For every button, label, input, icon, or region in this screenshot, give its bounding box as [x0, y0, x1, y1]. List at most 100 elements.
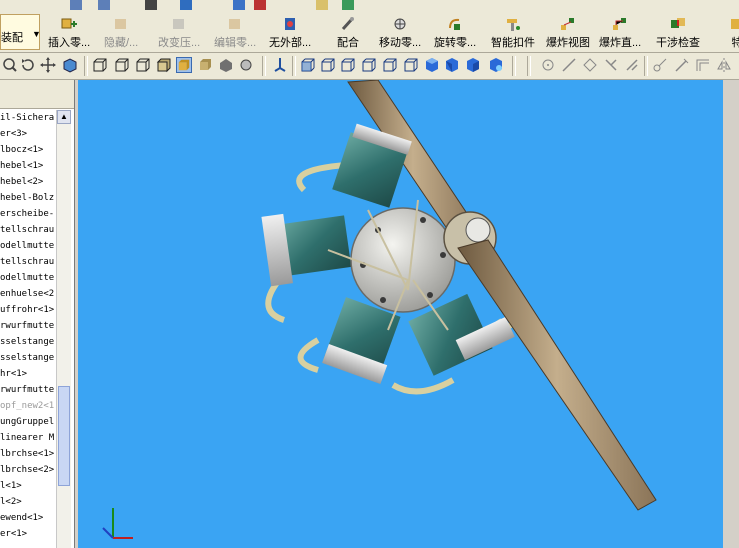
hide-show-icon [115, 19, 127, 29]
trim-icon[interactable] [652, 57, 668, 73]
shaded-icon[interactable] [176, 57, 192, 73]
tree-item[interactable]: erscheibe- [0, 206, 56, 222]
graphics-viewport[interactable] [78, 80, 723, 548]
mirror-icon[interactable] [716, 57, 732, 73]
left-view-icon[interactable] [320, 57, 336, 73]
rotate-component-button[interactable]: 旋转零... [434, 14, 476, 50]
section-view-icon[interactable] [62, 57, 78, 73]
tree-item[interactable]: lbrchse<1> [0, 446, 56, 462]
window-icon[interactable] [233, 0, 245, 10]
tree-item[interactable]: sselstange [0, 334, 56, 350]
tree-item[interactable]: l<1> [0, 478, 56, 494]
tree-item[interactable]: hebel<1> [0, 158, 56, 174]
perspective-icon[interactable] [218, 57, 234, 73]
hidden-lines-visible-icon[interactable] [114, 57, 130, 73]
scroll-up-icon[interactable]: ▲ [57, 110, 71, 124]
move-component-button[interactable]: 移动零... [379, 14, 421, 50]
select-icon[interactable] [145, 0, 157, 10]
explode-line-sketch-button[interactable]: 爆炸直... [599, 14, 641, 50]
view-cube-icon[interactable] [488, 57, 504, 73]
toolbar-separator [292, 56, 296, 76]
insert-component-button[interactable]: 插入零... [48, 14, 90, 50]
tree-item[interactable]: tellschrau [0, 254, 56, 270]
scrollbar-thumb[interactable] [58, 386, 70, 486]
assembly-tab-button[interactable]: 装配 ▼ [0, 14, 41, 50]
change-suppression-button[interactable]: 改变压... [158, 14, 200, 50]
hidden-lines-removed-icon[interactable] [135, 57, 151, 73]
propeller-blade-lower [457, 239, 657, 511]
sketch-rectangle-icon[interactable] [582, 57, 598, 73]
tree-item[interactable]: lbrchse<2> [0, 462, 56, 478]
help-icon[interactable] [316, 0, 328, 10]
sketch-line-icon[interactable] [561, 57, 577, 73]
tree-item[interactable]: er<1> [0, 526, 56, 542]
dimetric-view-icon[interactable] [444, 57, 460, 73]
insert-component-icon [61, 18, 78, 29]
shadows-icon[interactable] [197, 57, 213, 73]
tree-item[interactable]: hebel<2> [0, 174, 56, 190]
extend-icon[interactable] [674, 57, 690, 73]
options-icon[interactable] [254, 0, 266, 10]
smart-fasteners-button[interactable]: 智能扣件 [491, 14, 535, 50]
pin-icon[interactable] [342, 0, 354, 10]
engine-model[interactable] [78, 80, 723, 548]
sketch-point-icon[interactable] [540, 57, 556, 73]
tree-item[interactable]: hr<1> [0, 366, 56, 382]
interference-detection-button[interactable]: 干涉检查 [656, 14, 700, 50]
sketch-arc-icon[interactable] [624, 57, 640, 73]
tree-item[interactable]: ungGruppel [0, 414, 56, 430]
redo-icon[interactable] [98, 0, 110, 10]
tree-item[interactable]: rwurfmutte [0, 382, 56, 398]
exhaust-pipe [297, 337, 320, 373]
edit-component-button[interactable]: 编辑零... [214, 14, 256, 50]
crankcase [350, 207, 456, 313]
no-external-references-button[interactable]: 无外部... [269, 14, 311, 50]
wireframe-icon[interactable] [92, 57, 108, 73]
tree-item[interactable]: odellmutte [0, 238, 56, 254]
smart-fasteners-icon [507, 19, 520, 31]
toolbar-separator [527, 56, 531, 76]
shaded-with-edges-icon[interactable] [156, 57, 172, 73]
view-toolbar [0, 53, 739, 80]
features-button[interactable]: 特 [728, 14, 739, 50]
tree-item[interactable]: il-Sichera [0, 110, 56, 126]
exploded-view-button[interactable]: 爆炸视图 [546, 14, 590, 50]
right-view-icon[interactable] [340, 57, 356, 73]
tree-item[interactable]: enhuelse<2 [0, 286, 56, 302]
rotate-view-icon[interactable] [20, 57, 36, 73]
view-orientation-icon[interactable] [238, 57, 254, 73]
tree-item[interactable]: odellmutte [0, 270, 56, 286]
bottom-view-icon[interactable] [382, 57, 398, 73]
z-axis [102, 527, 114, 539]
tree-item[interactable]: tellschrau [0, 222, 56, 238]
feature-tree: il-Sichera er<3> lbocz<1> hebel<1> hebel<2> h… [0, 110, 56, 548]
tree-item[interactable]: rwurfmutte [0, 318, 56, 334]
back-view-icon[interactable] [300, 57, 316, 73]
hide-show-button[interactable]: 隐藏/... [104, 14, 138, 50]
tree-item[interactable]: sselstange [0, 350, 56, 366]
tree-item[interactable]: linearer M [0, 430, 56, 446]
tree-item[interactable]: hebel-Bolz [0, 190, 56, 206]
tree-item[interactable]: uffrohr<1> [0, 302, 56, 318]
sketch-circle-icon[interactable] [603, 57, 619, 73]
top-view-icon[interactable] [361, 57, 377, 73]
tree-item[interactable]: lbocz<1> [0, 142, 56, 158]
chevron-down-icon[interactable]: ▼ [32, 29, 41, 39]
trimetric-view-icon[interactable] [424, 57, 440, 73]
tree-scrollbar[interactable]: ▲ [56, 110, 71, 548]
offset-icon[interactable] [695, 57, 711, 73]
propeller-spinner [465, 217, 491, 243]
front-view-icon[interactable] [272, 57, 288, 73]
mate-button[interactable]: 配合 [337, 14, 359, 50]
zoom-to-fit-icon[interactable] [2, 57, 18, 73]
tree-item[interactable]: l<2> [0, 494, 56, 510]
undo-icon[interactable] [70, 0, 82, 10]
pan-icon[interactable] [40, 57, 56, 73]
command-manager: 装配 ▼ 插入零... 隐藏/... 改变压... 编辑零... 无外部... … [0, 12, 739, 53]
isometric-view-icon[interactable] [403, 57, 419, 73]
tree-item[interactable]: er<3> [0, 126, 56, 142]
tree-item[interactable]: ewend<1> [0, 510, 56, 526]
tree-item[interactable]: opf_new2<1 [0, 398, 56, 414]
dimetric-view-alt-icon[interactable] [465, 57, 481, 73]
rebuild-icon[interactable] [180, 0, 192, 10]
